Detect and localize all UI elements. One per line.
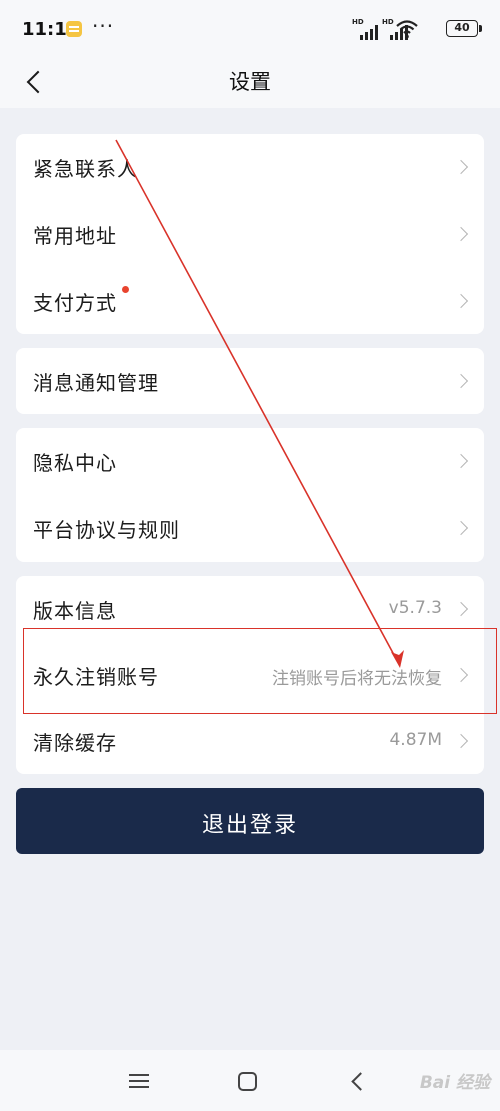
settings-row-payment-method[interactable]: 支付方式	[16, 268, 484, 334]
settings-row-common-address[interactable]: 常用地址	[16, 201, 484, 267]
row-label: 紧急联系人	[33, 157, 138, 181]
more-notifications-icon: ···	[92, 14, 115, 38]
chevron-right-icon	[456, 520, 470, 536]
chevron-right-icon	[456, 601, 470, 617]
chevron-right-icon	[456, 293, 470, 309]
logout-label: 退出登录	[201, 813, 298, 838]
notification-app-icon	[66, 21, 82, 37]
row-label: 清除缓存	[33, 731, 117, 755]
row-label: 消息通知管理	[33, 371, 159, 395]
chevron-right-icon	[456, 159, 470, 175]
watermark-logo: Bai 经验	[419, 1073, 490, 1093]
row-label: 隐私中心	[33, 451, 117, 475]
row-label: 平台协议与规则	[33, 518, 180, 542]
battery-icon: 40	[446, 20, 482, 37]
row-label: 版本信息	[33, 599, 117, 623]
signal-icon: HD	[352, 18, 378, 40]
wifi-icon	[396, 20, 418, 39]
logout-button[interactable]: 退出登录	[16, 788, 484, 854]
chevron-right-icon	[456, 373, 470, 389]
chevron-right-icon	[456, 733, 470, 749]
chevron-right-icon	[456, 226, 470, 242]
settings-row-privacy-center[interactable]: 隐私中心	[16, 428, 484, 494]
row-label: 常用地址	[33, 224, 117, 248]
nav-bar: 设置	[0, 56, 500, 108]
settings-row-notification-management[interactable]: 消息通知管理	[16, 348, 484, 414]
settings-group-personal: 紧急联系人 常用地址 支付方式	[16, 134, 484, 334]
chevron-right-icon	[456, 453, 470, 469]
cache-size-value: 4.87M	[389, 730, 442, 750]
menu-icon[interactable]	[129, 1072, 151, 1090]
row-label: 支付方式	[33, 291, 117, 315]
status-icons: HD HD 40	[352, 18, 482, 40]
settings-group-privacy: 隐私中心 平台协议与规则	[16, 428, 484, 562]
settings-row-emergency-contact[interactable]: 紧急联系人	[16, 134, 484, 200]
settings-group-notifications: 消息通知管理	[16, 348, 484, 414]
system-back-icon[interactable]	[348, 1070, 368, 1092]
system-nav-bar: Bai 经验	[0, 1050, 500, 1111]
settings-row-clear-cache[interactable]: 清除缓存 4.87M	[16, 708, 484, 774]
page-title: 设置	[229, 70, 271, 94]
version-value: v5.7.3	[388, 598, 442, 618]
status-bar: 11:19 ··· HD HD 40	[0, 0, 500, 56]
annotation-highlight-box	[23, 628, 497, 714]
settings-row-platform-agreements[interactable]: 平台协议与规则	[16, 495, 484, 561]
home-icon[interactable]	[238, 1072, 257, 1091]
new-badge-dot	[122, 286, 129, 293]
